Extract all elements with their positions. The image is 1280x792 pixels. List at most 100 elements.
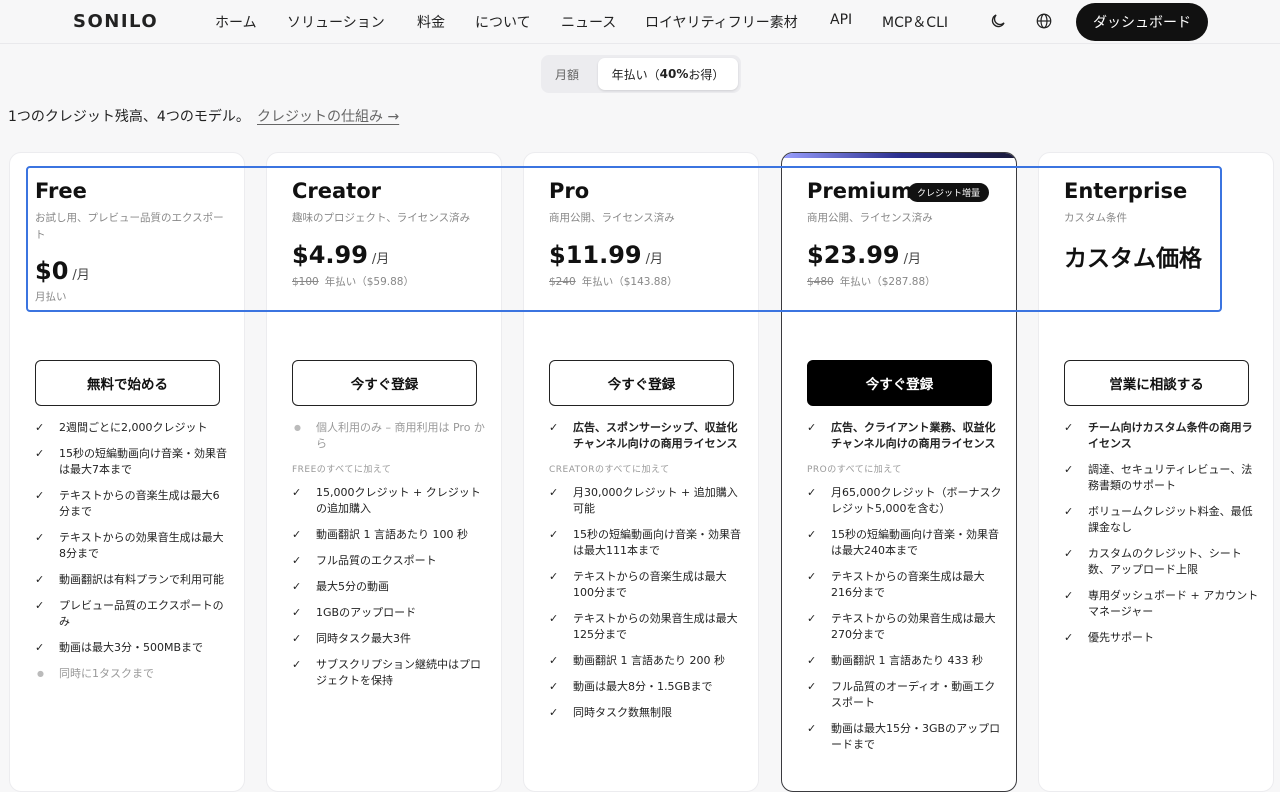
check-icon: ✓ <box>807 570 817 583</box>
nav-item-news[interactable]: ニュース <box>561 12 616 32</box>
billing-toggle: 月額 年払い（ 40% お得） <box>541 55 741 93</box>
feature-item: ✓ カスタムのクレジット、シート数、アップロード上限 <box>1064 547 1242 576</box>
globe-icon[interactable] <box>1035 12 1053 30</box>
plan-name: Creator <box>292 179 382 203</box>
feature-item: ✓ 動画は最大15分・3GBのアップロードまで <box>807 722 1001 751</box>
check-icon: ✓ <box>292 486 302 499</box>
feature-item: ✓ テキストからの効果音生成は最大270分まで <box>807 612 996 641</box>
feature-item: ✓ フル品質のオーディオ・動画エクスポート <box>807 680 996 709</box>
plan-name: Pro <box>549 179 590 203</box>
contact-sales-button[interactable]: 営業に相談する <box>1064 360 1249 406</box>
subscribe-button[interactable]: 今すぐ登録 <box>292 360 477 406</box>
plan-card-free: Free お試し用、プレビュー品質のエクスポート $0/月 月払い 無料で始める… <box>9 152 245 792</box>
nav-item-mcp-cli[interactable]: MCP＆CLI <box>882 12 948 32</box>
check-icon: ✓ <box>35 641 45 654</box>
moon-icon[interactable] <box>989 12 1007 30</box>
price-period: /月 <box>72 268 90 283</box>
annual-price: 年払い（$287.88） <box>839 276 936 288</box>
price-strikethrough: $100 <box>292 276 319 288</box>
feature-list: ✓ 広告、スポンサーシップ、収益化チャンネル向けの商用ライセンス CREATORの… <box>549 420 744 731</box>
bullet-icon: ● <box>37 669 44 678</box>
subscribe-button[interactable]: 今すぐ登録 <box>807 360 992 406</box>
check-icon: ✓ <box>35 599 45 612</box>
feature-item: ✓ 動画は最大8分・1.5GBまで <box>549 680 713 693</box>
credit-how-it-works-link[interactable]: クレジットの仕組み → <box>257 106 399 126</box>
subscribe-button[interactable]: 今すぐ登録 <box>549 360 734 406</box>
price-strikethrough: $240 <box>549 276 576 288</box>
plan-card-creator: Creator 趣味のプロジェクト、ライセンス済み $4.99/月 $100 年払… <box>266 152 502 792</box>
plan-card-enterprise: Enterprise カスタム条件 カスタム価格 営業に相談する ✓ チーム向けカ… <box>1038 152 1274 792</box>
check-icon: ✓ <box>549 654 559 667</box>
feature-item: ✓ 最大5分の動画 <box>292 580 389 593</box>
start-free-button[interactable]: 無料で始める <box>35 360 220 406</box>
check-icon: ✓ <box>807 421 817 434</box>
check-icon: ✓ <box>292 528 302 541</box>
feature-list: ● 個人利用のみ – 商用利用は Pro から FREEのすべてに加えて ✓ 15,… <box>292 420 487 699</box>
nav-item-api[interactable]: API <box>830 12 852 28</box>
price-amount: $0 <box>35 257 69 285</box>
plan-desc: 商用公開、ライセンス済み <box>549 212 675 224</box>
feature-item: ✓ 優先サポート <box>1064 631 1154 644</box>
feature-item: ✓ テキストからの効果音生成は最大8分まで <box>35 531 224 560</box>
plan-desc: お試し用、プレビュー品質のエクスポート <box>35 212 224 241</box>
feature-item: ✓ フル品質のエクスポート <box>292 554 437 567</box>
plan-name: Premium <box>807 179 913 203</box>
billing-note: 月払い <box>35 291 67 303</box>
check-icon: ✓ <box>292 580 302 593</box>
feature-item-license: ✓ チーム向けカスタム条件の商用ライセンス <box>1064 421 1253 450</box>
plan-price: $23.99/月 <box>807 241 921 269</box>
plan-price: $4.99/月 <box>292 241 389 269</box>
billing-annual-option[interactable]: 年払い（ 40% お得） <box>598 58 738 90</box>
check-icon: ✓ <box>1064 421 1074 434</box>
nav-item-solutions[interactable]: ソリューション <box>287 12 385 32</box>
annual-discount: 40% <box>659 67 689 81</box>
check-icon: ✓ <box>1064 631 1074 644</box>
custom-price: カスタム価格 <box>1064 246 1202 272</box>
check-icon: ✓ <box>292 606 302 619</box>
check-icon: ✓ <box>549 486 559 499</box>
logo[interactable]: SONILO <box>73 11 158 32</box>
feature-item: ✓ 動画翻訳 1 言語あたり 200 秒 <box>549 654 725 667</box>
billing-monthly-option[interactable]: 月額 <box>555 66 579 83</box>
nav-item-royalty-free[interactable]: ロイヤリティフリー素材 <box>645 12 798 32</box>
plan-desc: 趣味のプロジェクト、ライセンス済み <box>292 212 471 224</box>
price-period: /月 <box>645 252 664 267</box>
feature-item: ✓ 15,000クレジット + クレジットの追加購入 <box>292 486 481 515</box>
section-label: PROのすべてに加えて <box>807 465 902 475</box>
feature-item: ✓ 同時タスク最大3件 <box>292 632 411 645</box>
check-icon: ✓ <box>35 447 45 460</box>
feature-item: ✓ 月30,000クレジット + 追加購入可能 <box>549 486 738 515</box>
check-icon: ✓ <box>549 528 559 541</box>
feature-item: ✓ 月65,000クレジット（ボーナスクレジット5,000を含む） <box>807 486 1002 515</box>
price-annual-note: $480 年払い（$287.88） <box>807 274 936 289</box>
credit-intro: 1つのクレジット残高、4つのモデル。 <box>8 109 250 125</box>
check-icon: ✓ <box>1064 589 1074 602</box>
plan-name: Free <box>35 179 87 203</box>
feature-item: ✓ ボリュームクレジット料金、最低課金なし <box>1064 505 1253 534</box>
nav-item-pricing[interactable]: 料金 <box>417 12 445 32</box>
nav-item-about[interactable]: について <box>475 12 531 32</box>
price-period: /月 <box>371 252 390 267</box>
check-icon: ✓ <box>292 658 302 671</box>
plan-price: $0/月 <box>35 257 90 285</box>
plan-name: Enterprise <box>1064 179 1188 203</box>
price-amount: $4.99 <box>292 241 368 269</box>
feature-item: ✓ 専用ダッシュボード + アカウントマネージャー <box>1064 589 1259 618</box>
feature-item-restriction: ● 個人利用のみ – 商用利用は Pro から <box>294 421 485 450</box>
check-icon: ✓ <box>35 421 45 434</box>
nav-item-home[interactable]: ホーム <box>215 12 257 32</box>
section-label: CREATORのすべてに加えて <box>549 465 670 475</box>
premium-accent-bar <box>782 153 1016 158</box>
price-annual-note: $240 年払い（$143.88） <box>549 274 678 289</box>
check-icon: ✓ <box>549 570 559 583</box>
plan-price: $11.99/月 <box>549 241 663 269</box>
feature-item: ✓ 15秒の短編動画向け音楽・効果音は最大7本まで <box>35 447 227 476</box>
check-icon: ✓ <box>807 654 817 667</box>
check-icon: ✓ <box>549 680 559 693</box>
feature-item: ✓ テキストからの音楽生成は最大216分まで <box>807 570 985 599</box>
feature-item: ✓ 15秒の短編動画向け音楽・効果音は最大111本まで <box>549 528 741 557</box>
feature-item: ✓ 動画翻訳は有料プランで利用可能 <box>35 573 224 586</box>
bullet-icon: ● <box>294 423 301 432</box>
dashboard-button[interactable]: ダッシュボード <box>1076 3 1208 41</box>
price-amount: $11.99 <box>549 241 642 269</box>
